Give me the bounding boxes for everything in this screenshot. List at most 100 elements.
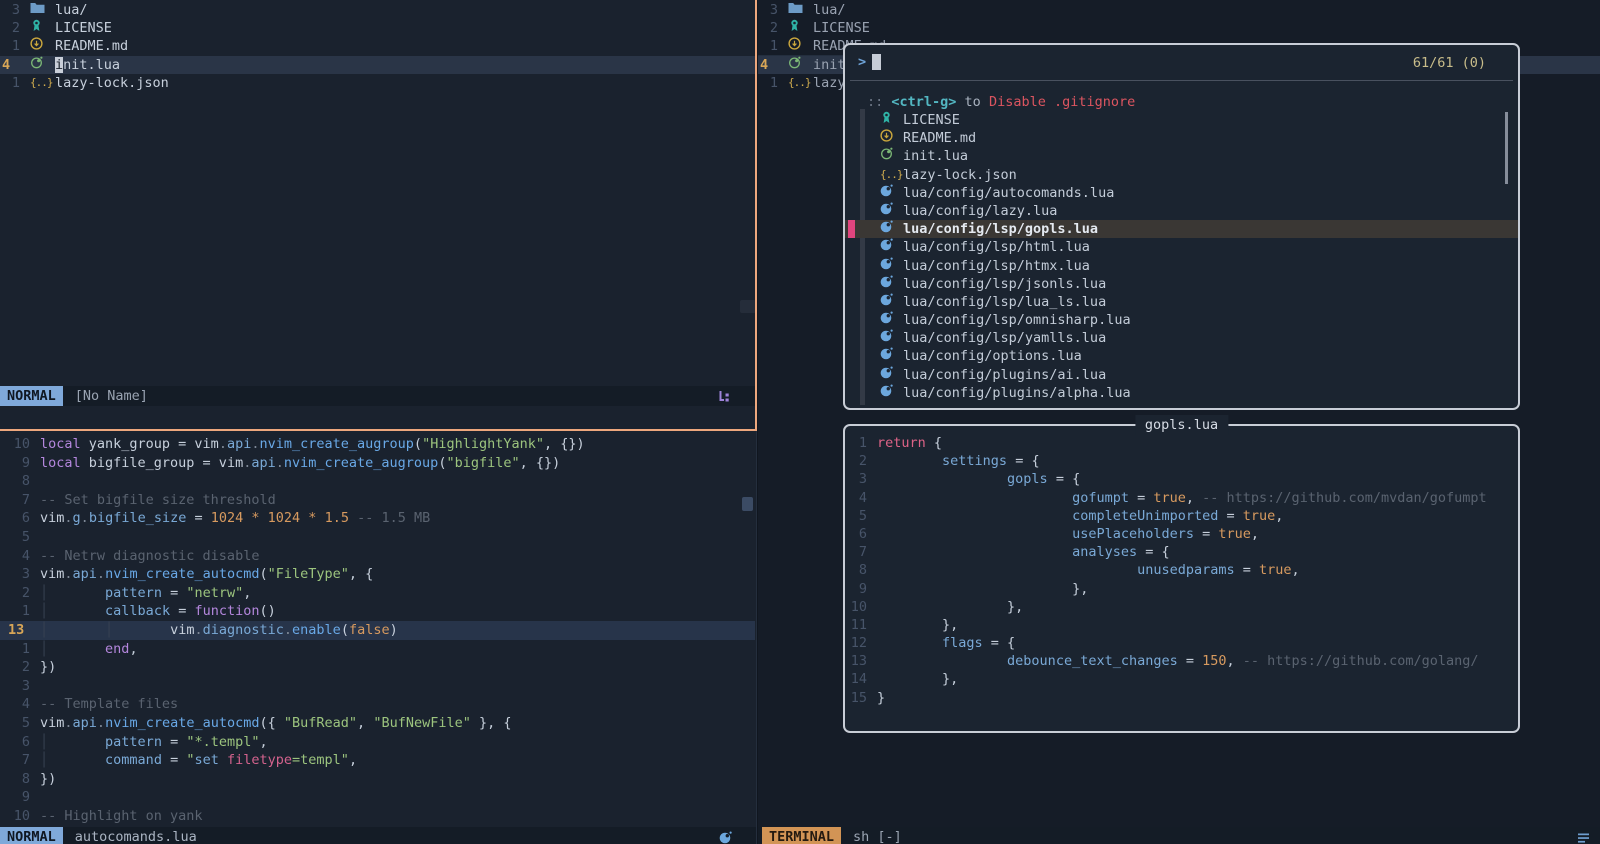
filetype-icon-slot <box>30 37 48 55</box>
finder-item[interactable]: LICENSE <box>845 111 1518 129</box>
line-number: 5 <box>0 528 40 547</box>
line-number: 3 <box>0 677 40 696</box>
code-line[interactable]: 8}) <box>0 770 755 789</box>
json-icon: {..} <box>788 73 811 92</box>
code-text: gopls = { <box>877 470 1080 488</box>
line-number: 4 <box>845 489 877 507</box>
finder-prompt-row[interactable]: > <box>858 52 881 72</box>
code-text: settings = { <box>877 452 1040 470</box>
code-text: -- Template files <box>40 695 178 714</box>
finder-item[interactable]: lua/config/plugins/alpha.lua <box>845 384 1518 402</box>
code-line[interactable]: 5vim.api.nvim_create_autocmd({ "BufRead"… <box>0 714 755 733</box>
line-number: 1 <box>0 602 40 621</box>
code-line[interactable]: 6│ pattern = "*.templ", <box>0 733 755 752</box>
filetype-icon-slot <box>880 275 897 293</box>
lua-blue-icon <box>880 293 893 311</box>
file-name: init.lua <box>55 56 120 74</box>
preview-code-line: 14 }, <box>845 670 1518 688</box>
file-name: lazy-lock.json <box>55 74 169 92</box>
file-row[interactable]: 2LICENSE <box>758 19 1600 37</box>
filetype-icon-slot <box>880 147 897 165</box>
license-icon <box>880 111 893 129</box>
code-line[interactable]: 6vim.g.bigfile_size = 1024 * 1024 * 1.5 … <box>0 509 755 528</box>
scrollbar-thumb[interactable] <box>740 300 756 313</box>
finder-item[interactable]: lua/config/autocomands.lua <box>845 184 1518 202</box>
license-icon <box>30 19 43 37</box>
code-line[interactable]: 1│ callback = function() <box>0 602 755 621</box>
filetype-icon-slot <box>880 257 897 275</box>
code-line[interactable]: 7│ command = "set filetype=templ", <box>0 751 755 770</box>
code-line[interactable]: 7-- Set bigfile size threshold <box>0 491 755 510</box>
finder-item[interactable]: lua/config/lsp/yamlls.lua <box>845 329 1518 347</box>
code-text: debounce_text_changes = 150, -- https://… <box>877 652 1478 670</box>
statusline-terminal: TERMINAL sh [-] <box>758 827 1600 844</box>
mode-indicator: NORMAL <box>0 827 63 844</box>
preview-code-line: 9 }, <box>845 580 1518 598</box>
line-number: 6 <box>0 733 40 752</box>
code-line[interactable]: 8 <box>0 472 755 491</box>
preview-code-line: 10 }, <box>845 598 1518 616</box>
finder-item[interactable]: lua/config/plugins/ai.lua <box>845 366 1518 384</box>
code-line[interactable]: 5 <box>0 528 755 547</box>
file-path: lua/config/autocomands.lua <box>903 184 1114 202</box>
code-line[interactable]: 3 <box>0 677 755 696</box>
preview-code-line: 13 debounce_text_changes = 150, -- https… <box>845 652 1518 670</box>
finder-item[interactable]: README.md <box>845 129 1518 147</box>
finder-item[interactable]: lua/config/options.lua <box>845 347 1518 365</box>
filetype-icon-slot: {..} <box>880 165 897 184</box>
code-line[interactable]: 2│ pattern = "netrw", <box>0 584 755 603</box>
filetype-icon-slot <box>788 56 806 74</box>
code-text: │ end, <box>40 640 138 659</box>
line-number: 14 <box>845 670 877 688</box>
finder-item[interactable]: lua/config/lazy.lua <box>845 202 1518 220</box>
finder-item[interactable]: init.lua <box>845 147 1518 165</box>
code-line[interactable]: 13│ │ vim.diagnostic.enable(false) <box>0 621 755 640</box>
finder-item[interactable]: lua/config/lsp/lua_ls.lua <box>845 293 1518 311</box>
file-row[interactable]: 3lua/ <box>758 1 1600 19</box>
left-pane: 3lua/2LICENSE1README.md4init.lua1{..}laz… <box>0 0 757 844</box>
finder-item[interactable]: lua/config/lsp/gopls.lua <box>845 220 1518 238</box>
finder-item[interactable]: lua/config/lsp/jsonls.lua <box>845 275 1518 293</box>
preview-code-line: 11 }, <box>845 616 1518 634</box>
code-line[interactable]: 10local yank_group = vim.api.nvim_create… <box>0 435 755 454</box>
line-number: 15 <box>845 689 877 707</box>
code-text: return { <box>877 434 942 452</box>
line-number: 2 <box>0 19 20 37</box>
prompt-symbol: > <box>858 54 866 70</box>
finder-item[interactable]: lua/config/lsp/omnisharp.lua <box>845 311 1518 329</box>
finder-item[interactable]: lua/config/lsp/htmx.lua <box>845 257 1518 275</box>
code-line[interactable]: 3vim.api.nvim_create_autocmd("FileType",… <box>0 565 755 584</box>
file-row[interactable]: 2LICENSE <box>0 19 757 37</box>
file-path: lua/config/plugins/alpha.lua <box>903 384 1131 402</box>
file-name: lua/ <box>813 1 846 19</box>
lua-blue-icon <box>880 329 893 347</box>
finder-item[interactable]: {..}lazy-lock.json <box>845 166 1518 184</box>
filetype-icon-slot <box>880 329 897 347</box>
finder-scrollbar-thumb[interactable] <box>1505 112 1508 184</box>
scrollbar-thumb[interactable] <box>742 497 753 511</box>
code-line[interactable]: 9local bigfile_group = vim.api.nvim_crea… <box>0 454 755 473</box>
preview-code: 1return {2 settings = {3 gopls = {4 gofu… <box>845 434 1518 707</box>
code-text: vim.g.bigfile_size = 1024 * 1024 * 1.5 -… <box>40 509 430 528</box>
line-number: 11 <box>845 616 877 634</box>
file-row[interactable]: 1README.md <box>0 37 757 55</box>
preview-code-line: 4 gofumpt = true, -- https://github.com/… <box>845 489 1518 507</box>
finder-item[interactable]: lua/config/lsp/html.lua <box>845 238 1518 256</box>
file-row[interactable]: 4init.lua <box>0 56 757 74</box>
file-name: lua/ <box>55 1 88 19</box>
code-line[interactable]: 9 <box>0 788 755 807</box>
code-line[interactable]: 1│ end, <box>0 640 755 659</box>
file-row[interactable]: 3lua/ <box>0 1 757 19</box>
code-line[interactable]: 4-- Template files <box>0 695 755 714</box>
code-text: -- Netrw diagnostic disable <box>40 547 259 566</box>
file-path: LICENSE <box>903 111 960 129</box>
code-text: │ pattern = "netrw", <box>40 584 251 603</box>
line-number: 4 <box>0 695 40 714</box>
code-line[interactable]: 2}) <box>0 658 755 677</box>
file-path: lua/config/lsp/lua_ls.lua <box>903 293 1106 311</box>
code-line[interactable]: 4-- Netrw diagnostic disable <box>0 547 755 566</box>
file-row[interactable]: 1{..}lazy-lock.json <box>0 74 757 92</box>
line-number: 6 <box>845 525 877 543</box>
code-line[interactable]: 10-- Highlight on yank <box>0 807 755 826</box>
lua-blue-icon <box>880 202 893 220</box>
